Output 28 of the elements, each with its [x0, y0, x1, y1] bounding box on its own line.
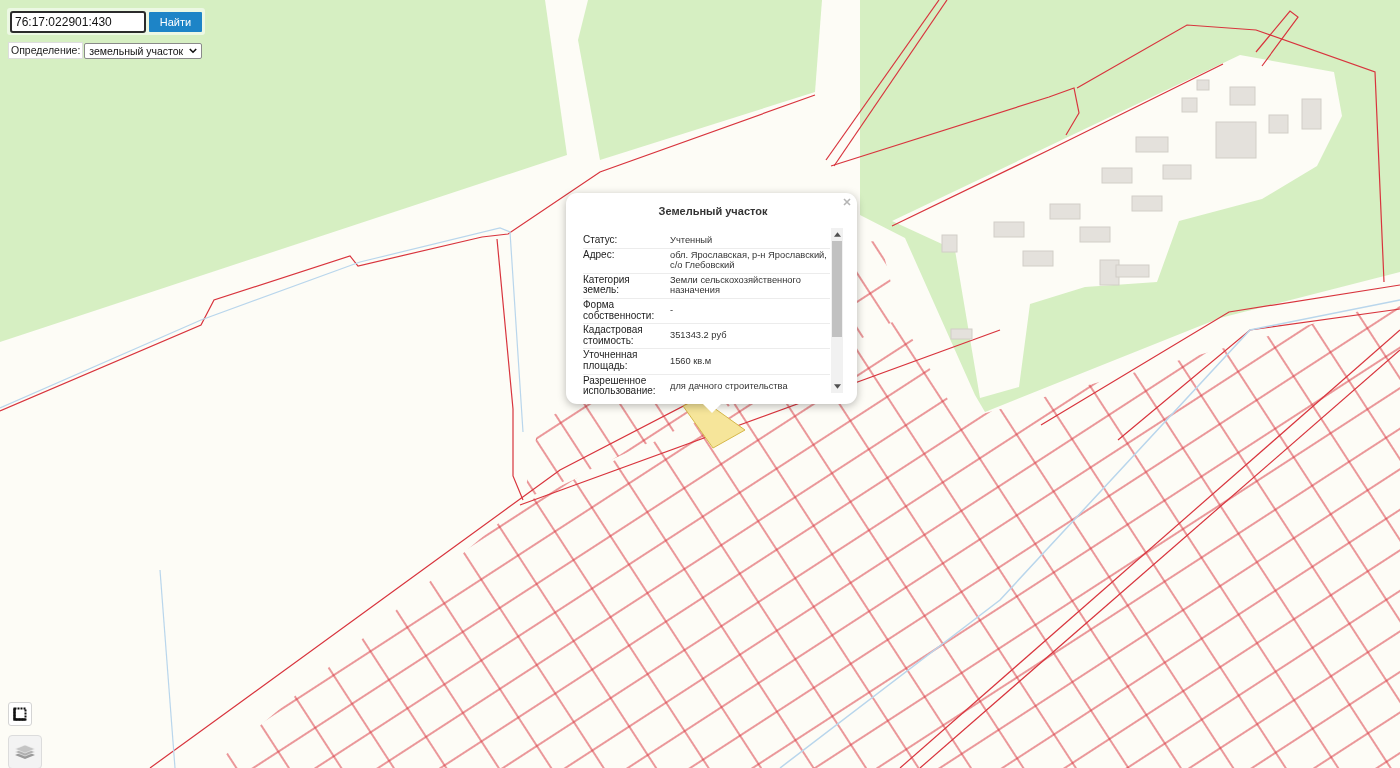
scrollbar-thumb[interactable]	[832, 241, 842, 337]
field-label: Категория земель:	[583, 274, 631, 296]
scroll-up-icon[interactable]	[833, 232, 841, 237]
field-value: для дачного строительства	[670, 379, 789, 393]
layers-icon	[15, 743, 35, 761]
field-value: Учтенный	[670, 235, 714, 246]
field-label: Уточненная площадь:	[583, 350, 639, 372]
field-value: 351343.2 руб	[670, 329, 728, 343]
field-value: 1560 кв.м	[670, 354, 713, 368]
definition-label: Определение:	[8, 42, 84, 59]
close-icon[interactable]	[843, 198, 851, 206]
search-field[interactable]: 76:17:022901:430	[10, 10, 146, 33]
scroll-down-icon[interactable]	[833, 384, 841, 389]
search-button[interactable]: Найти	[149, 11, 202, 32]
field-label: Адрес:	[583, 249, 616, 262]
popup-title: Земельный участок	[657, 204, 769, 219]
scrollbar[interactable]	[831, 228, 843, 393]
field-label: Кадастровая стоимость:	[583, 325, 644, 347]
field-label: Статус:	[583, 235, 619, 246]
selection-button[interactable]	[8, 702, 32, 726]
dotted-square-icon	[13, 707, 27, 721]
field-label: Форма собственности:	[583, 299, 656, 322]
caret-icon	[189, 47, 198, 54]
field-label: Разрешенное использование:	[583, 375, 657, 397]
field-value: обл. Ярославская, р-н Ярославский, с/о Глебовский	[670, 249, 828, 271]
layers-button[interactable]	[8, 735, 42, 768]
field-value: Земли сельскохозяйственного назначения	[670, 274, 802, 296]
field-value: -	[670, 304, 675, 318]
